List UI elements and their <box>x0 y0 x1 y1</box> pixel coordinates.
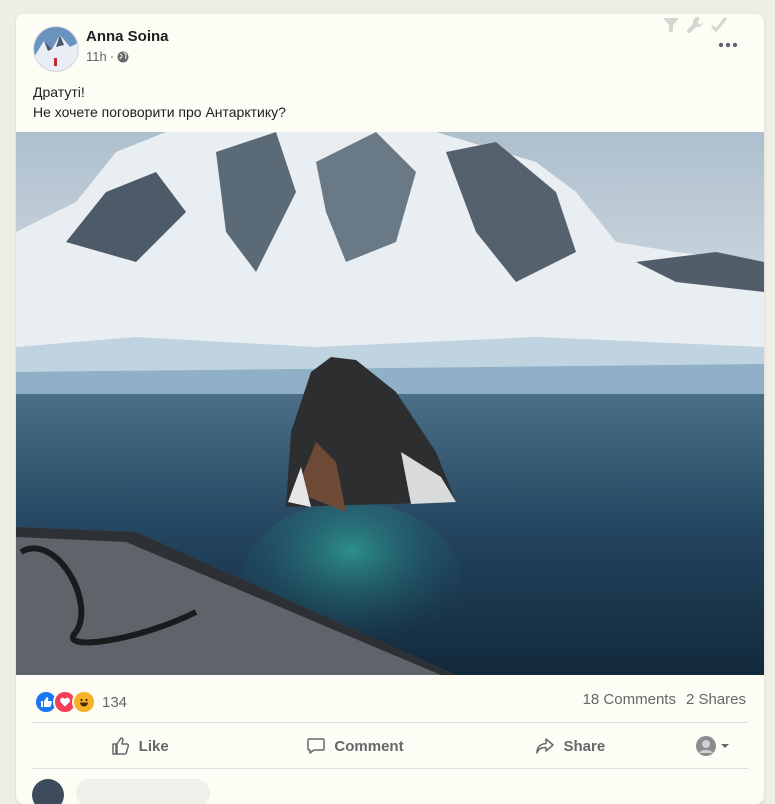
post-text: Дратуті! Не хочете поговорити про Антарк… <box>33 82 286 122</box>
comment-preview-bubble[interactable] <box>76 779 210 804</box>
shares-count-link[interactable]: 2 Shares <box>686 691 746 708</box>
comment-icon <box>307 738 326 754</box>
post-text-line: Дратуті! <box>33 84 85 100</box>
comment-button[interactable]: Comment <box>247 728 462 764</box>
more-dots-icon <box>718 42 738 48</box>
haha-reaction-icon <box>72 690 96 714</box>
reactions-summary[interactable]: 134 <box>34 690 127 714</box>
more-options-button[interactable] <box>714 36 742 54</box>
like-button[interactable]: Like <box>32 728 247 764</box>
divider <box>32 722 748 723</box>
thumbs-up-icon <box>111 737 129 755</box>
divider <box>32 768 748 769</box>
post-text-line: Не хочете поговорити про Антарктику? <box>33 104 286 120</box>
commenter-avatar[interactable] <box>32 779 64 804</box>
globe-icon <box>117 51 129 62</box>
wrench-icon[interactable] <box>686 16 704 34</box>
comment-label: Comment <box>334 737 404 755</box>
reaction-count: 134 <box>102 693 128 711</box>
meta-separator: · <box>109 49 115 64</box>
check-icon[interactable] <box>710 16 728 34</box>
comments-count-link[interactable]: 18 Comments <box>583 691 676 708</box>
author-avatar[interactable] <box>33 26 79 72</box>
author-name[interactable]: Anna Soina <box>86 28 169 45</box>
post-meta: 11h · <box>86 49 129 64</box>
share-icon <box>536 738 555 754</box>
filter-icon[interactable] <box>662 16 680 34</box>
toolbar-icons <box>662 16 728 34</box>
share-button[interactable]: Share <box>463 728 678 764</box>
profile-avatar-icon <box>695 736 716 756</box>
chevron-down-icon <box>720 744 729 748</box>
post-stats: 18 Comments 2 Shares <box>583 691 746 708</box>
reaction-as-selector[interactable] <box>678 736 748 756</box>
post-actions: Like Comment Share <box>32 728 748 764</box>
post-card: Anna Soina 11h · Дратуті! Не хочете пого… <box>16 14 764 804</box>
share-label: Share <box>563 737 606 755</box>
post-photo[interactable] <box>16 132 764 675</box>
post-time[interactable]: 11h <box>86 49 107 64</box>
like-label: Like <box>138 737 169 755</box>
